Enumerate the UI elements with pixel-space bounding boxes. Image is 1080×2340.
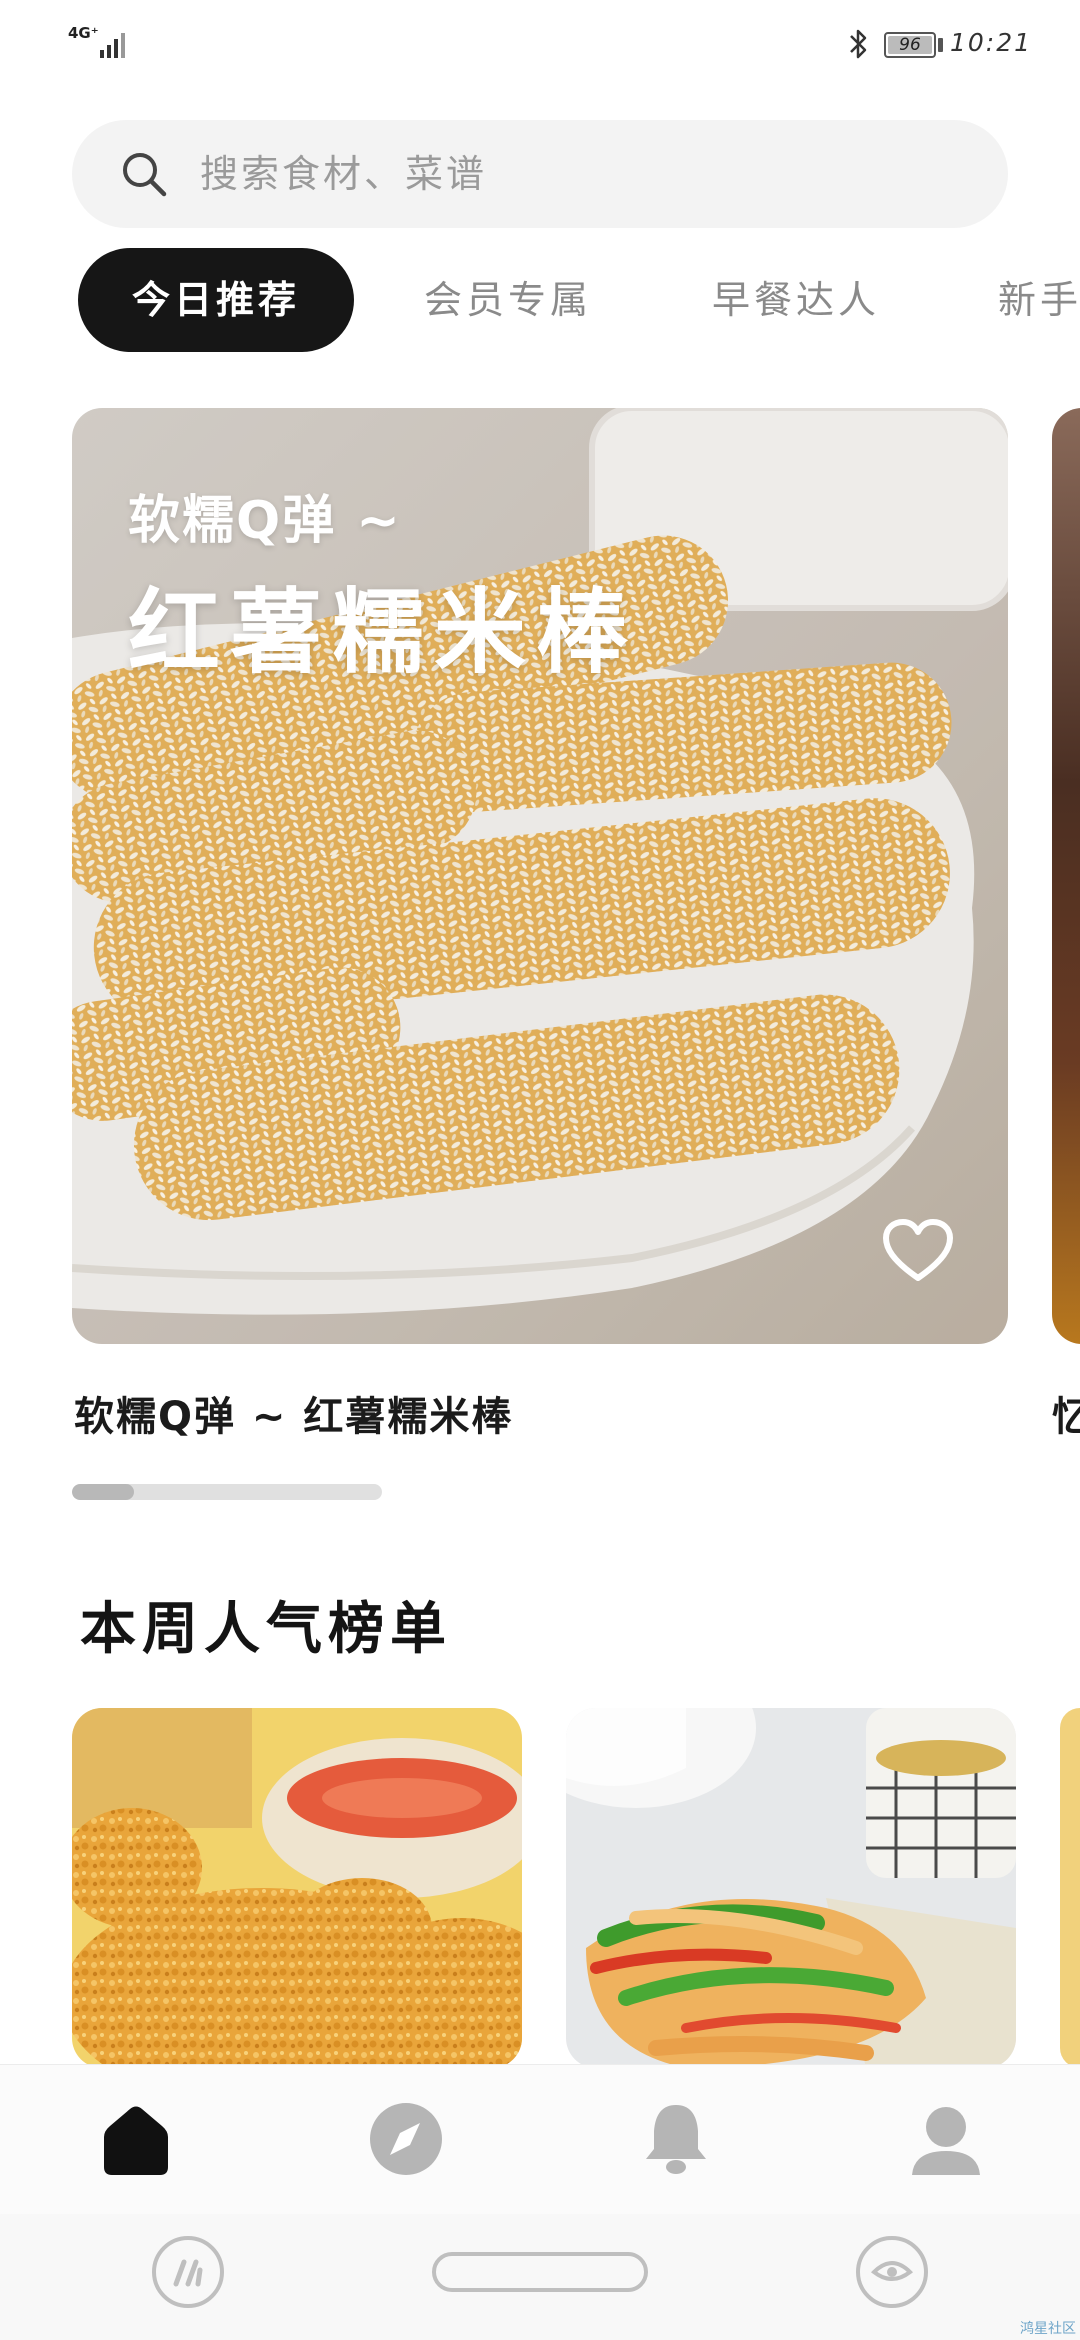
status-bar: 4G⁺ 96 10:21 [0, 0, 1080, 90]
ranking-card-1[interactable] [72, 1708, 522, 2068]
home-gesture-bar[interactable] [432, 2252, 648, 2292]
tab-breakfast-expert[interactable]: 早餐达人 [712, 248, 880, 352]
favorite-heart-icon[interactable] [882, 1218, 954, 1284]
battery-icon: 96 [884, 32, 936, 58]
featured-overlay-subtitle: 软糯Q弹 ~ [128, 491, 402, 551]
clock: 10:21 [950, 28, 1033, 57]
section-title: 本周人气榜单 [80, 1597, 452, 1662]
ranking-image-2 [566, 1708, 1016, 2068]
nav-profile[interactable] [904, 2097, 988, 2181]
search-icon [123, 153, 167, 197]
eye-icon[interactable] [856, 2236, 928, 2308]
search-input[interactable] [200, 144, 960, 204]
bottom-navigation [0, 2064, 1080, 2214]
cellular-signal-icon: 4G⁺ [68, 26, 128, 62]
category-tabs: 今日推荐 会员专属 早餐达人 新手 [0, 248, 1080, 352]
app-switcher-icon[interactable] [152, 2236, 224, 2308]
battery-level: 96 [899, 35, 921, 55]
bluetooth-icon [850, 29, 867, 59]
tab-beginner[interactable]: 新手 [998, 248, 1080, 352]
ranking-image-1 [72, 1708, 522, 2068]
carousel-progress [72, 1484, 382, 1500]
network-type: 4G⁺ [68, 24, 99, 42]
featured-overlay-title: 红薯糯米棒 [128, 579, 639, 686]
watermark: 鸿星社区 [1020, 2321, 1076, 2337]
carousel-progress-fill [72, 1484, 134, 1500]
tab-today-recommend[interactable]: 今日推荐 [78, 248, 354, 352]
profile-icon [912, 2107, 980, 2175]
nav-discover[interactable] [364, 2097, 448, 2181]
tab-members-only[interactable]: 会员专属 [424, 248, 592, 352]
compass-icon [370, 2103, 442, 2175]
nav-home[interactable] [94, 2097, 178, 2181]
ranking-card-2[interactable] [566, 1708, 1016, 2068]
battery-tip [938, 38, 943, 52]
nav-notifications[interactable] [634, 2097, 718, 2181]
featured-recipe-card[interactable]: 软糯Q弹 ~ 红薯糯米棒 [72, 408, 1008, 1344]
system-navigation-bar: 鸿星社区 [0, 2214, 1080, 2340]
next-recipe-caption[interactable]: 忆 [1052, 1384, 1080, 1442]
ranking-card-3[interactable] [1060, 1708, 1080, 2068]
bell-icon [646, 2105, 706, 2174]
home-icon [104, 2106, 168, 2175]
featured-recipe-caption[interactable]: 软糯Q弹 ~ 红薯糯米棒 [74, 1384, 513, 1442]
next-recipe-card[interactable] [1052, 408, 1080, 1344]
search-bar[interactable] [72, 120, 1008, 228]
